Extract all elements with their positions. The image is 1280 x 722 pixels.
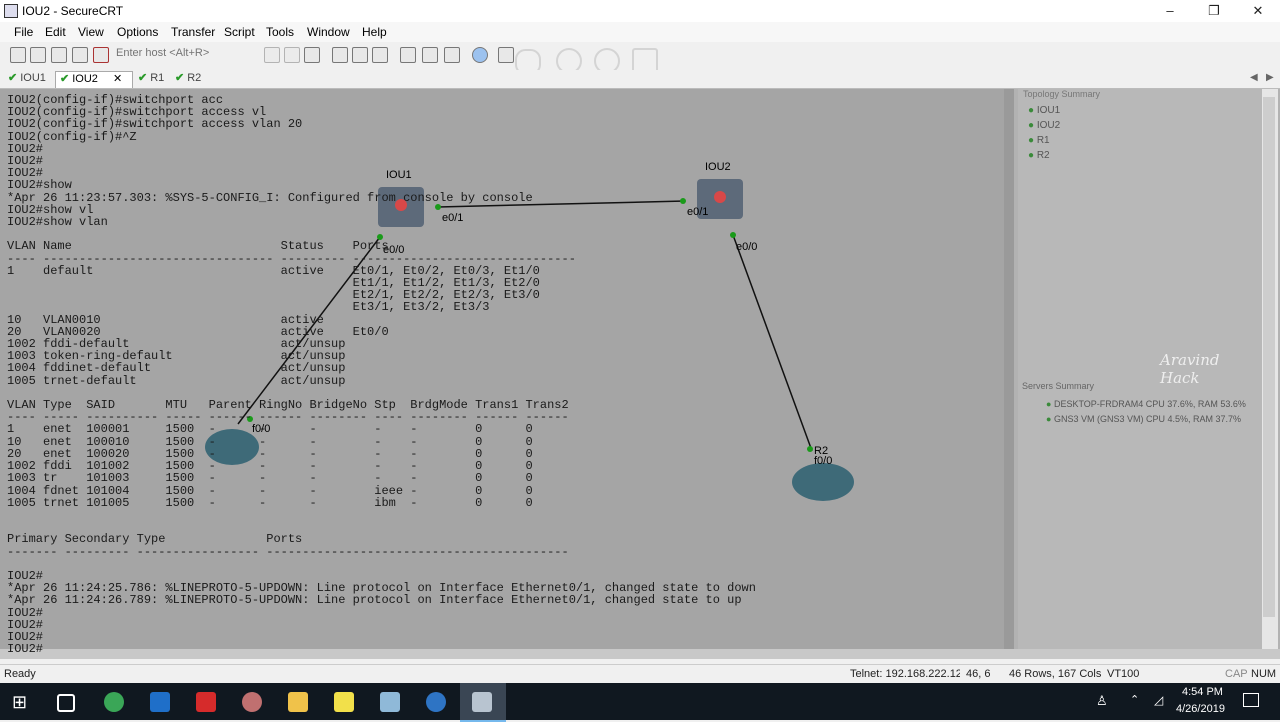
menu-script[interactable]: Script — [224, 25, 255, 39]
print-selection-icon[interactable] — [352, 47, 368, 63]
browser-icon[interactable] — [426, 692, 446, 712]
tab-r1[interactable]: ✔ R1 — [134, 71, 168, 87]
terminal-output: IOU2(config-if)#switchport acc IOU2(conf… — [7, 93, 756, 657]
global-options-icon[interactable] — [422, 47, 438, 63]
notifications-icon[interactable] — [1243, 693, 1259, 707]
tab-scroll-left-icon[interactable]: ◀ — [1250, 72, 1258, 83]
tab-close-icon[interactable]: ✕ — [113, 72, 122, 85]
link-status-icon — [807, 446, 813, 452]
router-icon — [792, 463, 854, 501]
gns3-scrollbar-bleed — [1004, 89, 1014, 649]
close-button[interactable]: ✕ — [1236, 0, 1280, 22]
status-ready: Ready — [4, 668, 36, 680]
node-status-icon: ● — [1028, 120, 1035, 131]
securecrt-app-icon[interactable] — [4, 4, 18, 18]
sticky-notes-icon[interactable] — [334, 692, 354, 712]
topology-summary-title: Topology Summary — [1023, 89, 1101, 99]
port-label: f0/0 — [814, 455, 833, 467]
server-item: ● GNS3 VM (GNS3 VM) CPU 4.5%, RAM 37.7% — [1046, 414, 1242, 424]
print-setup-icon[interactable] — [372, 47, 388, 63]
window-title: IOU2 - SecureCRT — [22, 4, 124, 18]
watermark-text: Aravind Hack — [1160, 351, 1220, 387]
connected-check-icon: ✔ — [138, 72, 148, 84]
topology-item: ● IOU2 — [1028, 120, 1061, 131]
network-icon[interactable]: ◿ — [1154, 693, 1163, 707]
tab-label: IOU1 — [20, 72, 46, 84]
topology-item: ● IOU1 — [1028, 105, 1061, 116]
menu-window[interactable]: Window — [307, 25, 350, 39]
status-num: NUM — [1251, 668, 1277, 680]
connected-check-icon: ✔ — [60, 73, 70, 85]
connect-tab-icon[interactable] — [51, 47, 67, 63]
restore-button[interactable]: ❐ — [1192, 0, 1236, 22]
session-options-icon[interactable] — [400, 47, 416, 63]
menu-view[interactable]: View — [78, 25, 104, 39]
securecrt-icon[interactable] — [472, 692, 492, 712]
node-status-icon: ● — [1028, 105, 1035, 116]
find-icon[interactable] — [304, 47, 320, 63]
clock-date[interactable]: 4/26/2019 — [1176, 703, 1225, 715]
notepad-app-icon[interactable] — [380, 692, 400, 712]
connect-icon[interactable] — [10, 47, 26, 63]
tab-label: IOU2 — [72, 73, 98, 85]
tab-r2[interactable]: ✔ R2 — [171, 71, 205, 87]
node-status-icon: ● — [1028, 135, 1035, 146]
windows-start-icon[interactable]: ⊞ — [12, 692, 32, 712]
tab-scroll-right-icon[interactable]: ▶ — [1266, 72, 1274, 83]
clock-time[interactable]: 4:54 PM — [1182, 686, 1223, 698]
minimize-button[interactable]: – — [1148, 0, 1192, 22]
servers-summary-title: Servers Summary — [1022, 381, 1095, 391]
keymap-icon[interactable] — [444, 47, 460, 63]
disconnect-icon[interactable] — [93, 47, 109, 63]
tray-chevron-icon[interactable]: ⌃ — [1130, 693, 1139, 706]
print-icon[interactable] — [332, 47, 348, 63]
tab-iou1[interactable]: ✔ IOU1 — [4, 71, 50, 87]
copy-icon[interactable] — [264, 47, 280, 63]
menu-help[interactable]: Help — [362, 25, 387, 39]
help-icon[interactable] — [472, 47, 488, 63]
outlook-icon[interactable] — [150, 692, 170, 712]
status-caps: CAP — [1225, 668, 1248, 680]
quick-connect-icon[interactable] — [30, 47, 46, 63]
server-status-icon: ● — [1046, 399, 1052, 409]
paint-app-icon[interactable] — [242, 692, 262, 712]
topology-item: ● R2 — [1028, 150, 1050, 161]
status-terminal-type: VT100 — [1107, 668, 1140, 680]
status-cursor: 46, 6 — [966, 668, 991, 680]
windows-taskbar — [0, 683, 1280, 720]
file-explorer-icon[interactable] — [288, 692, 308, 712]
status-size: 46 Rows, 167 Cols — [1009, 668, 1102, 680]
tab-label: R1 — [150, 72, 165, 84]
server-item: ● DESKTOP-FRDRAM4 CPU 37.6%, RAM 53.6% — [1046, 399, 1246, 409]
reconnect-icon[interactable] — [72, 47, 88, 63]
sftp-icon[interactable] — [498, 47, 514, 63]
menu-options[interactable]: Options — [117, 25, 158, 39]
menu-transfer[interactable]: Transfer — [171, 25, 215, 39]
server-status-icon: ● — [1046, 414, 1052, 424]
menu-file[interactable]: File — [14, 25, 33, 39]
tab-label: R2 — [187, 72, 202, 84]
task-view-icon[interactable] — [57, 694, 75, 712]
terminal-window[interactable]: Topology Summary ● IOU1 ● IOU2 ● R1 ● R2… — [0, 89, 1280, 659]
node-status-icon: ● — [1028, 150, 1035, 161]
paste-icon[interactable] — [284, 47, 300, 63]
people-icon[interactable]: ♙ — [1096, 693, 1108, 709]
connected-check-icon: ✔ — [8, 72, 18, 84]
host-input[interactable] — [116, 46, 226, 60]
acrobat-icon[interactable] — [196, 692, 216, 712]
status-connection: Telnet: 192.168.222.128 — [850, 668, 960, 680]
scrollbar-thumb[interactable] — [1263, 97, 1275, 617]
topology-item: ● R1 — [1028, 135, 1050, 146]
connected-check-icon: ✔ — [175, 72, 185, 84]
menu-tools[interactable]: Tools — [266, 25, 294, 39]
title-bar — [0, 0, 1280, 22]
gns3-side-panel-bleed: Topology Summary ● IOU1 ● IOU2 ● R1 ● R2… — [1018, 89, 1263, 659]
globe-app-icon[interactable] — [104, 692, 124, 712]
menu-edit[interactable]: Edit — [45, 25, 66, 39]
